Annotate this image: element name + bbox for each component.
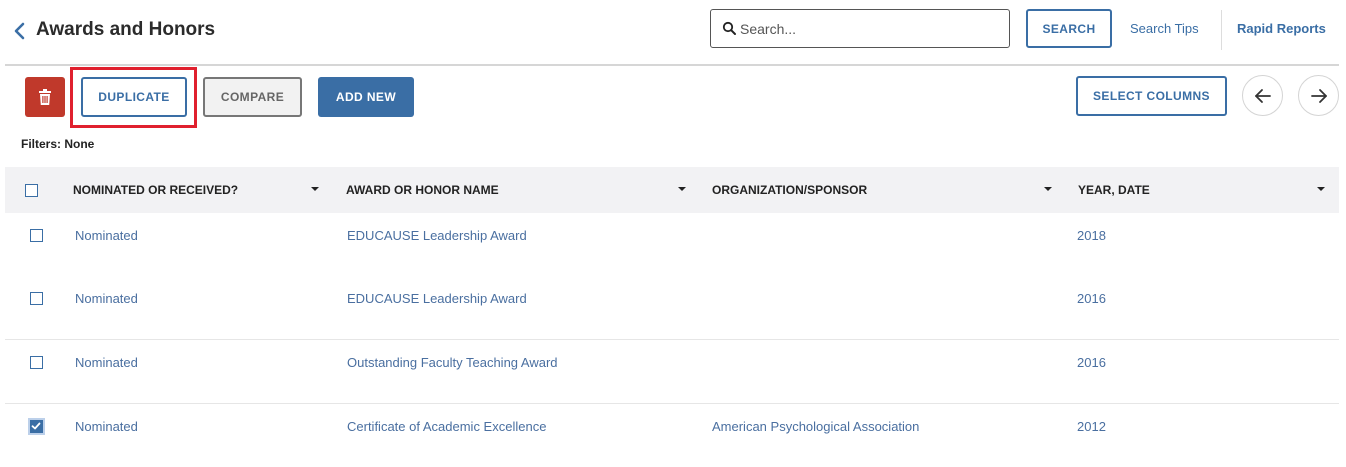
- column-header-award-name[interactable]: AWARD OR HONOR NAME: [346, 167, 499, 213]
- arrow-left-icon: [1255, 89, 1271, 103]
- rapid-reports-link[interactable]: Rapid Reports: [1237, 21, 1326, 36]
- cell-year[interactable]: 2016: [1077, 291, 1106, 306]
- column-header-organization[interactable]: ORGANIZATION/SPONSOR: [712, 167, 867, 213]
- row-checkbox-checked[interactable]: [30, 420, 43, 433]
- previous-button[interactable]: [1242, 75, 1283, 116]
- table-row[interactable]: Nominated Outstanding Faculty Teaching A…: [5, 340, 1339, 404]
- arrow-right-icon: [1311, 89, 1327, 103]
- header-divider: [1221, 10, 1222, 50]
- cell-status[interactable]: Nominated: [75, 355, 138, 370]
- row-checkbox[interactable]: [30, 229, 43, 242]
- sort-caret-icon[interactable]: [677, 184, 687, 194]
- table-header: NOMINATED OR RECEIVED? AWARD OR HONOR NA…: [5, 167, 1339, 213]
- cell-status[interactable]: Nominated: [75, 291, 138, 306]
- filters-label: Filters: None: [21, 137, 95, 151]
- cell-year[interactable]: 2016: [1077, 355, 1106, 370]
- page-header: Awards and Honors SEARCH Search Tips Rap…: [0, 0, 1346, 64]
- back-chevron-icon[interactable]: [10, 20, 30, 42]
- cell-status[interactable]: Nominated: [75, 228, 138, 243]
- column-header-year[interactable]: YEAR, DATE: [1078, 167, 1150, 213]
- cell-award-name[interactable]: EDUCAUSE Leadership Award: [347, 228, 527, 243]
- search-tips-link[interactable]: Search Tips: [1130, 21, 1199, 36]
- sort-caret-icon[interactable]: [310, 184, 320, 194]
- cell-award-name[interactable]: Outstanding Faculty Teaching Award: [347, 355, 558, 370]
- page-title: Awards and Honors: [36, 19, 216, 40]
- sort-caret-icon[interactable]: [1316, 184, 1326, 194]
- search-button[interactable]: SEARCH: [1026, 9, 1112, 48]
- cell-award-name[interactable]: EDUCAUSE Leadership Award: [347, 291, 527, 306]
- cell-status[interactable]: Nominated: [75, 419, 138, 434]
- checkmark-icon: [31, 422, 41, 430]
- search-box[interactable]: [710, 9, 1010, 48]
- row-checkbox[interactable]: [30, 356, 43, 369]
- search-input[interactable]: [740, 16, 1002, 42]
- next-button[interactable]: [1298, 75, 1339, 116]
- delete-button[interactable]: [25, 77, 65, 117]
- trash-icon: [39, 89, 51, 105]
- cell-award-name[interactable]: Certificate of Academic Excellence: [347, 419, 546, 434]
- cell-year[interactable]: 2012: [1077, 419, 1106, 434]
- header-divider-line: [5, 64, 1339, 66]
- cell-organization[interactable]: American Psychological Association: [712, 419, 919, 434]
- column-header-nominated[interactable]: NOMINATED OR RECEIVED?: [73, 167, 238, 213]
- search-icon: [722, 21, 736, 35]
- row-checkbox[interactable]: [30, 292, 43, 305]
- select-all-checkbox[interactable]: [25, 184, 38, 197]
- select-columns-button[interactable]: SELECT COLUMNS: [1076, 76, 1227, 116]
- duplicate-button[interactable]: DUPLICATE: [81, 77, 187, 117]
- table-row[interactable]: Nominated Certificate of Academic Excell…: [5, 404, 1339, 467]
- compare-button[interactable]: COMPARE: [203, 77, 302, 117]
- add-new-button[interactable]: ADD NEW: [318, 77, 414, 117]
- table-row[interactable]: Nominated EDUCAUSE Leadership Award 2016: [5, 276, 1339, 340]
- sort-caret-icon[interactable]: [1043, 184, 1053, 194]
- table-row[interactable]: Nominated EDUCAUSE Leadership Award 2018: [5, 213, 1339, 277]
- cell-year[interactable]: 2018: [1077, 228, 1106, 243]
